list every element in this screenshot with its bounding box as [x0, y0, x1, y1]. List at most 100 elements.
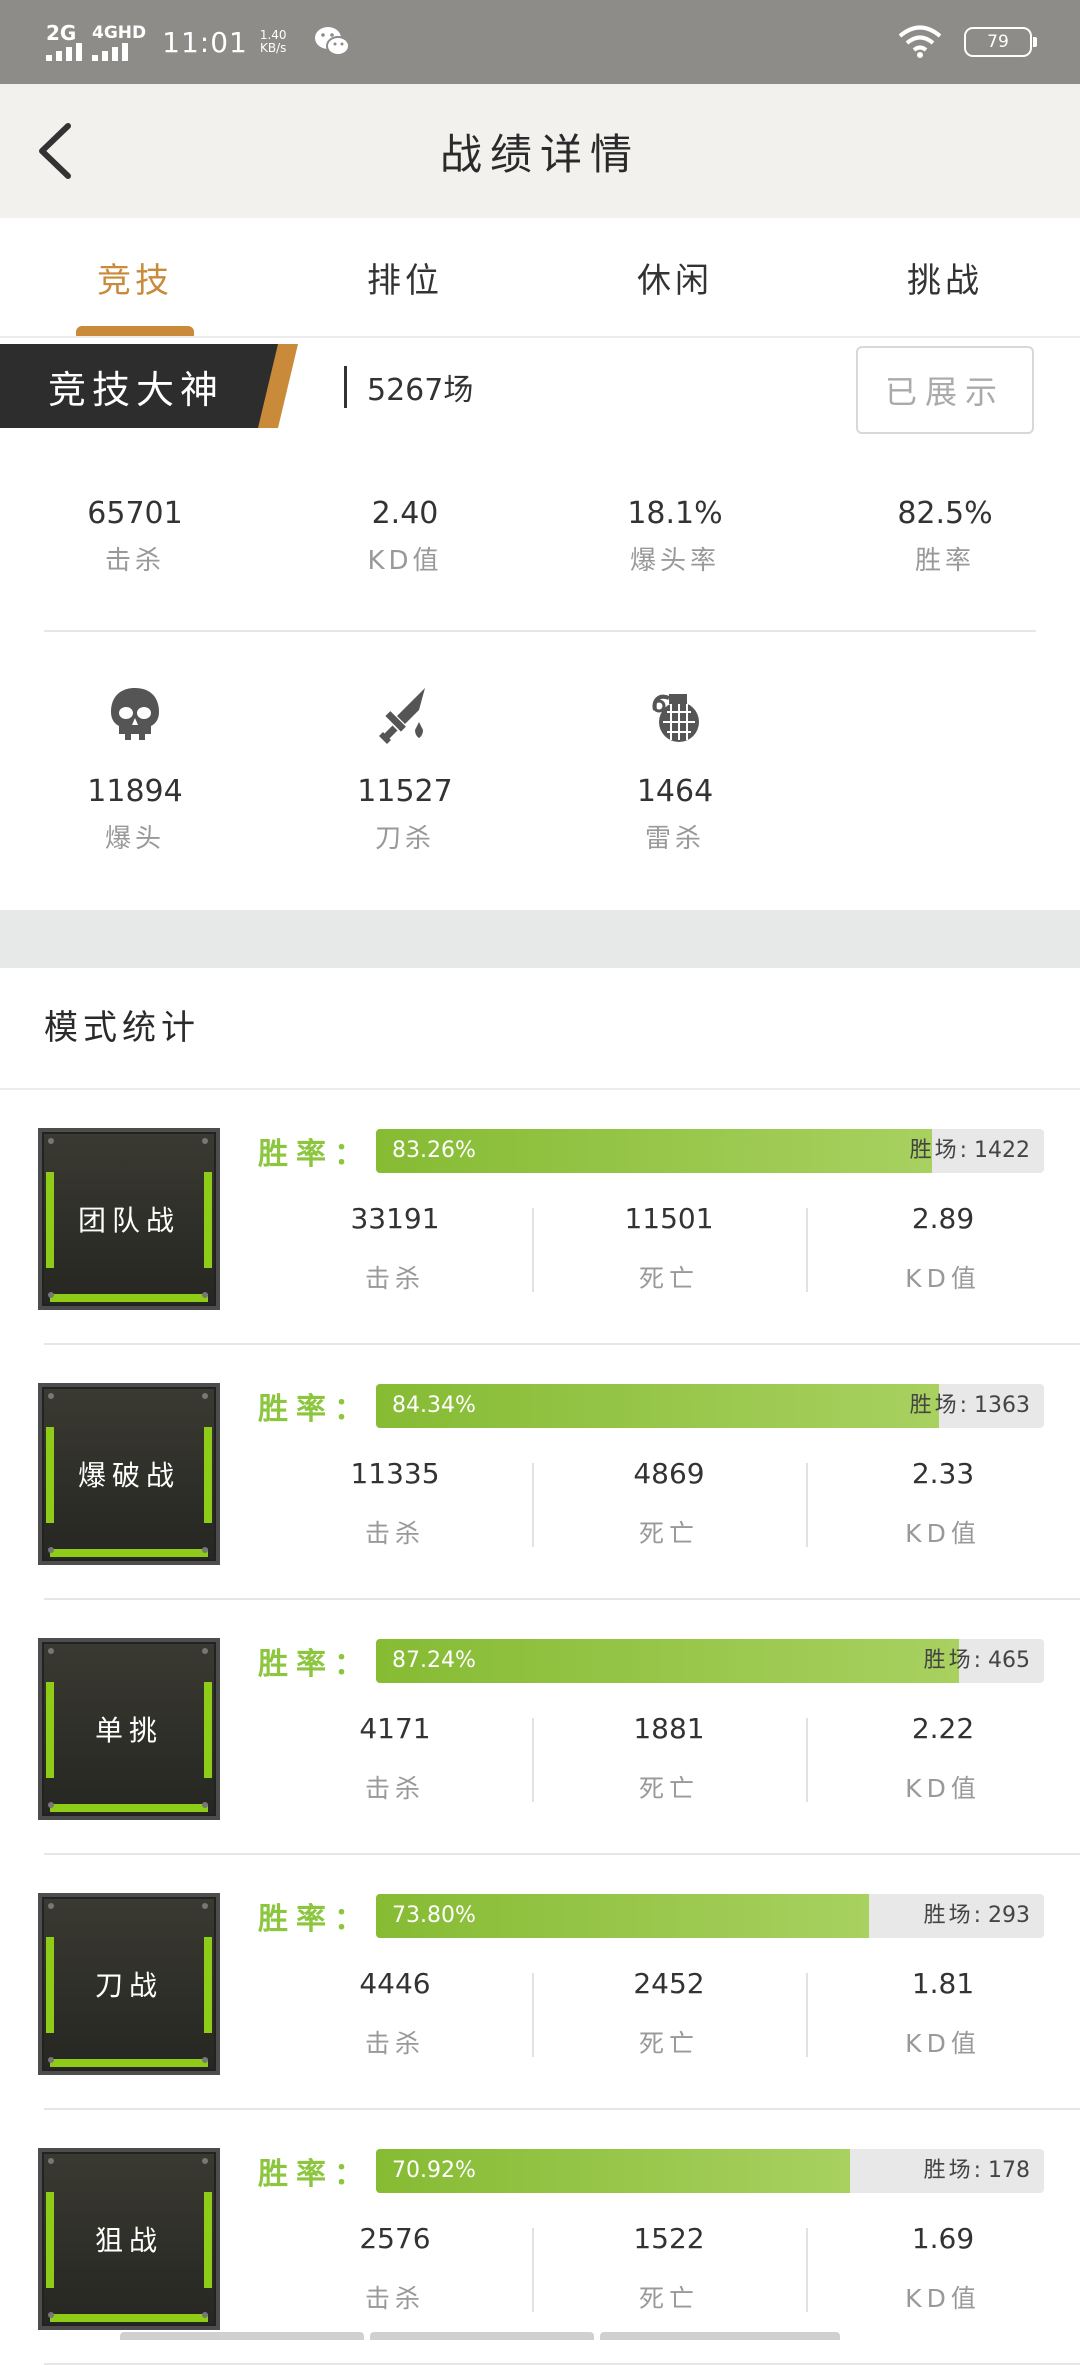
- win-rate-bar: 87.24% 胜场: 465: [376, 1639, 1044, 1683]
- page-title: 战绩详情: [440, 121, 640, 182]
- tab-bar: 竞技 排位 休闲 挑战: [0, 218, 1080, 338]
- stat-value: 2452: [633, 1967, 704, 2000]
- bolt-icon: [202, 1547, 208, 1553]
- stat-label: 死亡: [639, 1514, 699, 1550]
- mode-kd: 2.89 KD值: [806, 1194, 1080, 1304]
- mode-badge: 刀战: [38, 1893, 220, 2075]
- displayed-button[interactable]: 已展示: [856, 346, 1034, 434]
- win-rate-label: 胜率：: [258, 1129, 376, 1173]
- mode-badge: 团队战: [38, 1128, 220, 1310]
- win-rate-row: 胜率： 84.34% 胜场: 1363: [258, 1383, 376, 1429]
- bolt-icon: [202, 2158, 208, 2164]
- wins-label: 胜场: [924, 1648, 974, 1673]
- win-rate-value: 84.34%: [392, 1384, 476, 1428]
- mode-kills: 33191 击杀: [258, 1194, 532, 1304]
- bolt-icon: [202, 1903, 208, 1909]
- stat-label: 死亡: [639, 1769, 699, 1805]
- clock: 11:01: [162, 26, 248, 59]
- signal-bars-icon: [46, 43, 82, 61]
- tab-competitive[interactable]: 竞技: [0, 218, 270, 336]
- badge-bar: [50, 1294, 208, 1302]
- knife-icon: [375, 684, 435, 748]
- stat-kd: 2.40 KD值: [270, 494, 540, 577]
- mode-card[interactable]: 狙战 胜率： 70.92% 胜场: 178 2576 击杀 1522 死亡 1.…: [0, 2110, 1080, 2365]
- win-rate-row: 胜率： 73.80% 胜场: 293: [258, 1893, 376, 1939]
- stat-label: 击杀: [365, 2024, 425, 2060]
- stat-value: 11501: [624, 1202, 713, 1235]
- tab-ranked[interactable]: 排位: [270, 218, 540, 336]
- network-speed: 1.40 KB/s: [260, 29, 287, 55]
- bolt-icon: [48, 1903, 54, 1909]
- mode-badge: 狙战: [38, 2148, 220, 2330]
- mode-kd: 1.69 KD值: [806, 2214, 1080, 2324]
- mode-stats: 2576 击杀 1522 死亡 1.69 KD值: [258, 2214, 1080, 2324]
- wins-value: 1363: [974, 1393, 1030, 1418]
- mode-badge: 爆破战: [38, 1383, 220, 1565]
- mode-stats: 33191 击杀 11501 死亡 2.89 KD值: [258, 1194, 1080, 1304]
- back-arrow-icon[interactable]: [34, 118, 84, 184]
- wins-count: 胜场: 293: [924, 1894, 1030, 1938]
- mode-kills: 4446 击杀: [258, 1959, 532, 2069]
- stat-knife-kills: 11527 刀杀: [270, 684, 540, 855]
- badge-bar: [50, 2314, 208, 2322]
- mode-card[interactable]: 爆破战 胜率： 84.34% 胜场: 1363 11335 击杀 4869 死亡…: [0, 1345, 1080, 1600]
- stat-label: 爆头率: [630, 540, 720, 577]
- mode-stats: 4446 击杀 2452 死亡 1.81 KD值: [258, 1959, 1080, 2069]
- wins-count: 胜场: 1422: [910, 1129, 1030, 1173]
- stat-label: KD值: [367, 540, 442, 577]
- stat-label: KD值: [905, 2279, 981, 2315]
- stat-win-rate: 82.5% 胜率: [810, 494, 1080, 577]
- stat-grenade-kills: 1464 雷杀: [540, 684, 810, 855]
- bolt-icon: [202, 1393, 208, 1399]
- mode-kd: 1.81 KD值: [806, 1959, 1080, 2069]
- stat-label: 雷杀: [645, 818, 705, 855]
- section-gap: [0, 910, 1080, 968]
- win-rate-label: 胜率：: [258, 1384, 376, 1428]
- stat-value: 1881: [633, 1712, 704, 1745]
- badge-bar: [50, 2059, 208, 2067]
- tab-challenge[interactable]: 挑战: [810, 218, 1080, 336]
- stat-kills: 65701 击杀: [0, 494, 270, 577]
- win-rate-bar: 83.26% 胜场: 1422: [376, 1129, 1044, 1173]
- stat-value: 1.81: [912, 1967, 974, 2000]
- mode-card[interactable]: 团队战 胜率： 83.26% 胜场: 1422 33191 击杀 11501 死…: [0, 1090, 1080, 1345]
- mode-name: 刀战: [95, 1964, 163, 2004]
- stat-value: 33191: [350, 1202, 439, 1235]
- signal-4g: 4GHD: [92, 23, 146, 61]
- stat-value: 2576: [359, 2222, 430, 2255]
- battery-icon: 79: [964, 27, 1032, 57]
- stat-label: 死亡: [639, 2279, 699, 2315]
- header: 战绩详情: [0, 84, 1080, 218]
- mode-name: 团队战: [78, 1199, 180, 1239]
- bolt-icon: [48, 2158, 54, 2164]
- tab-casual[interactable]: 休闲: [540, 218, 810, 336]
- stat-label: 击杀: [365, 1514, 425, 1550]
- mode-card[interactable]: 单挑 胜率： 87.24% 胜场: 465 4171 击杀 1881 死亡 2.…: [0, 1600, 1080, 1855]
- mode-name: 狙战: [95, 2219, 163, 2259]
- bolt-icon: [48, 2057, 54, 2063]
- stat-value: 4446: [359, 1967, 430, 2000]
- stat-label: 击杀: [365, 1259, 425, 1295]
- mode-deaths: 2452 死亡: [532, 1959, 806, 2069]
- mode-stats: 11335 击杀 4869 死亡 2.33 KD值: [258, 1449, 1080, 1559]
- stat-label: 死亡: [639, 2024, 699, 2060]
- network-label: 2G: [46, 23, 76, 43]
- win-rate-label: 胜率：: [258, 2149, 376, 2193]
- speed-unit: KB/s: [260, 42, 287, 55]
- bolt-icon: [202, 1648, 208, 1654]
- bolt-icon: [202, 2057, 208, 2063]
- status-bar: 2G 4GHD 11:01 1.40 KB/s 79: [0, 0, 1080, 84]
- stat-headshot-rate: 18.1% 爆头率: [540, 494, 810, 577]
- stat-label: KD值: [905, 1769, 981, 1805]
- stat-value: 1464: [637, 772, 713, 812]
- mode-kills: 11335 击杀: [258, 1449, 532, 1559]
- stat-value: 82.5%: [897, 494, 992, 534]
- mode-card[interactable]: 刀战 胜率： 73.80% 胜场: 293 4446 击杀 2452 死亡 1.…: [0, 1855, 1080, 2110]
- stat-value: 4171: [359, 1712, 430, 1745]
- win-rate-label: 胜率：: [258, 1894, 376, 1938]
- rank-row: 竞技大神 5267场 已展示: [0, 344, 1080, 430]
- bolt-icon: [48, 1648, 54, 1654]
- stat-label: 击杀: [365, 1769, 425, 1805]
- stat-value: 2.22: [912, 1712, 974, 1745]
- stat-headshots: 11894 爆头: [0, 684, 270, 855]
